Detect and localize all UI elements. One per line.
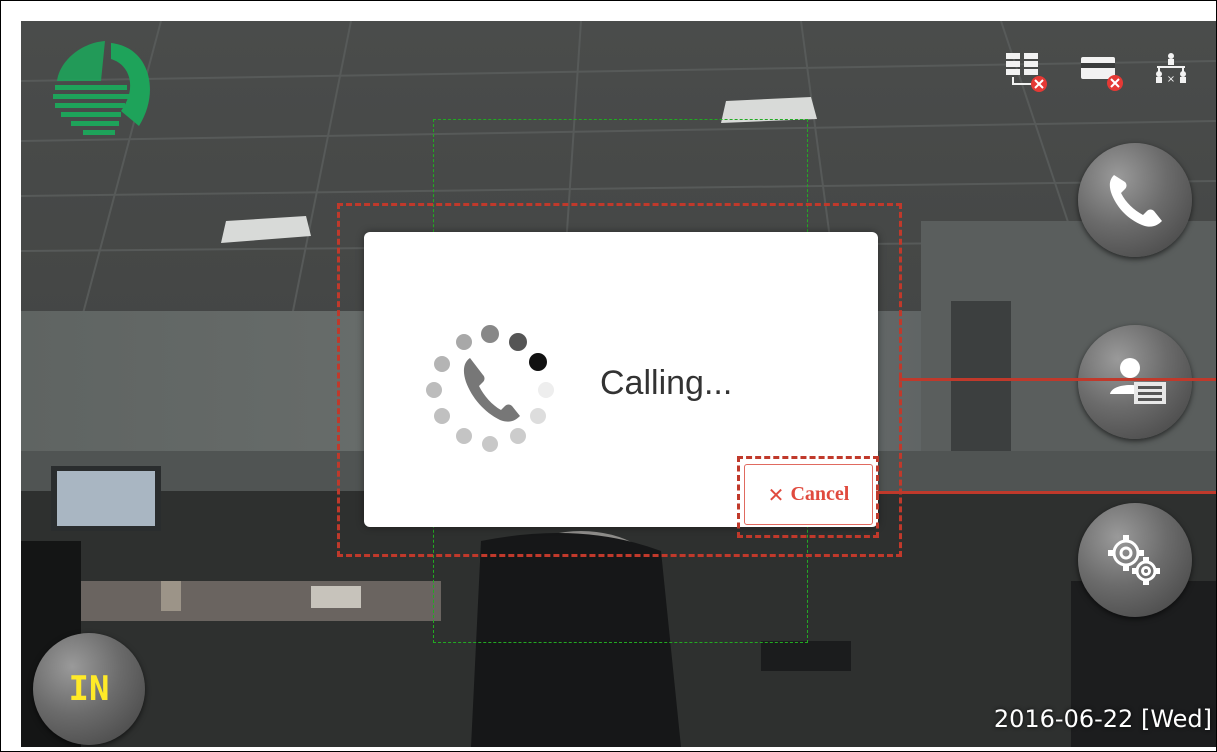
date-display: 2016-06-22 [Wed] [993,705,1212,733]
phone-call-icon [1109,175,1162,227]
server-error-icon [1006,53,1047,92]
card-error-icon [1081,57,1123,91]
settings-gears-icon [1108,535,1160,585]
user-list-icon [1110,358,1166,404]
camera-screen: × IN 2016-06-22 [Wed] Calling... ✕ Cance… [21,21,1216,747]
contacts-button[interactable] [1078,325,1192,439]
call-button[interactable] [1078,143,1192,257]
network-icon: × [1156,53,1186,85]
cancel-callout-line [876,491,1216,494]
in-mode-label: IN [68,669,110,709]
svg-text:×: × [1167,74,1175,85]
dialog-callout-line [899,378,1216,381]
calling-dialog: Calling... ✕ Cancel [364,232,878,527]
loading-spinner-icon [426,325,554,452]
screenshot-frame: × IN 2016-06-22 [Wed] Calling... ✕ Cance… [0,0,1217,752]
in-mode-button[interactable]: IN [33,633,145,745]
cancel-button[interactable]: ✕ Cancel [744,464,873,525]
calling-status-text: Calling... [600,364,733,402]
settings-button[interactable] [1078,503,1192,617]
cancel-label: Cancel [790,483,850,505]
close-icon: ✕ [767,482,785,507]
company-logo [53,41,150,135]
